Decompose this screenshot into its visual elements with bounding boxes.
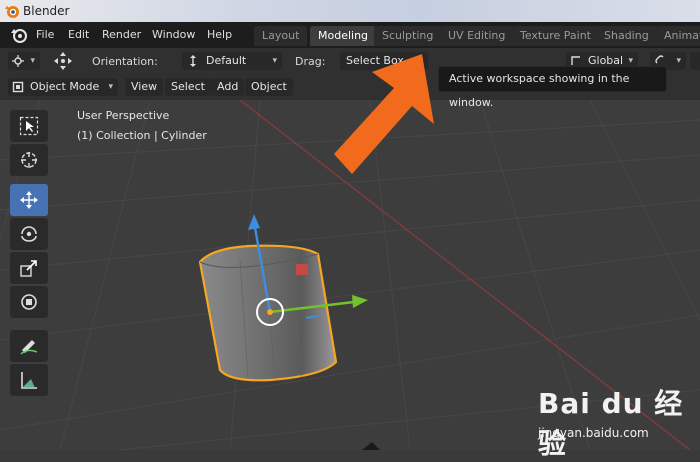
tab-uv-editing[interactable]: UV Editing <box>440 26 514 46</box>
menu-help[interactable]: Help <box>207 28 232 41</box>
orientation-dropdown[interactable]: Default ▾ <box>182 52 282 70</box>
move-tool-icon[interactable] <box>52 50 74 72</box>
select-box-icon <box>19 116 39 136</box>
select-menu[interactable]: Select <box>165 78 211 96</box>
menu-render[interactable]: Render <box>102 28 141 41</box>
top-menubar: File Edit Render Window Help Layout Mode… <box>0 22 700 48</box>
tool-annotate[interactable] <box>10 330 48 362</box>
chevron-down-icon: ▾ <box>272 56 277 66</box>
add-menu[interactable]: Add <box>211 78 245 96</box>
tool-scale[interactable] <box>10 252 48 284</box>
viewport-collection-label: (1) Collection | Cylinder <box>77 129 207 142</box>
object-menu[interactable]: Object <box>245 78 293 96</box>
orientation-label: Orientation: <box>92 55 158 68</box>
mode-dropdown[interactable]: Object Mode ▾ <box>8 78 118 96</box>
watermark-brand: Bai du 经验 <box>538 387 684 460</box>
menu-file[interactable]: File <box>36 28 54 41</box>
annotate-pencil-icon <box>20 340 38 355</box>
orientation-axes-icon <box>190 55 196 67</box>
tab-layout[interactable]: Layout <box>254 26 308 46</box>
mode-value: Object Mode <box>30 80 100 93</box>
tab-texture-paint[interactable]: Texture Paint <box>512 26 599 46</box>
workspace-tooltip: Active workspace showing in the window. <box>438 66 667 109</box>
tab-shading[interactable]: Shading <box>596 26 657 46</box>
blender-logo-icon <box>5 6 19 18</box>
drag-label: Drag: <box>295 55 326 68</box>
tool-move[interactable] <box>10 184 48 216</box>
annotation-arrow-icon <box>334 54 434 174</box>
tab-animation[interactable]: Animati <box>656 26 700 46</box>
move-icon <box>20 191 38 209</box>
transform-icon <box>21 294 37 310</box>
window-titlebar: Blender <box>0 0 700 22</box>
chevron-down-icon: ▾ <box>108 82 113 92</box>
object-mode-icon <box>12 81 24 93</box>
menu-edit[interactable]: Edit <box>68 28 89 41</box>
chevron-down-icon: ▾ <box>676 56 681 66</box>
viewport-perspective-label: User Perspective <box>77 109 170 122</box>
chevron-down-icon: ▾ <box>30 56 35 66</box>
menu-window[interactable]: Window <box>152 28 195 41</box>
snap-options-dropdown[interactable]: ▾ <box>8 52 40 70</box>
snap-toggle-button[interactable] <box>690 52 700 70</box>
watermark-url: jingyan.baidu.com <box>538 426 649 440</box>
window-title: Blender <box>23 4 70 18</box>
rotate-icon <box>21 226 37 242</box>
cursor-icon <box>21 152 37 168</box>
transform-pivot-icon <box>12 55 24 67</box>
blender-menu-icon[interactable] <box>10 26 28 44</box>
tool-rotate[interactable] <box>10 218 48 250</box>
tool-cursor[interactable] <box>10 144 48 176</box>
tool-select-box[interactable] <box>10 110 48 142</box>
tool-transform[interactable] <box>10 286 48 318</box>
tab-modeling[interactable]: Modeling <box>310 26 377 46</box>
scale-icon <box>20 260 37 277</box>
tool-measure[interactable] <box>10 364 48 396</box>
orientation-value: Default <box>206 54 247 67</box>
tab-sculpting[interactable]: Sculpting <box>374 26 442 46</box>
baidu-watermark: Bai du 经验 jingyan.baidu.com <box>534 374 700 460</box>
view-menu[interactable]: View <box>125 78 164 96</box>
measure-ruler-icon <box>21 372 37 389</box>
